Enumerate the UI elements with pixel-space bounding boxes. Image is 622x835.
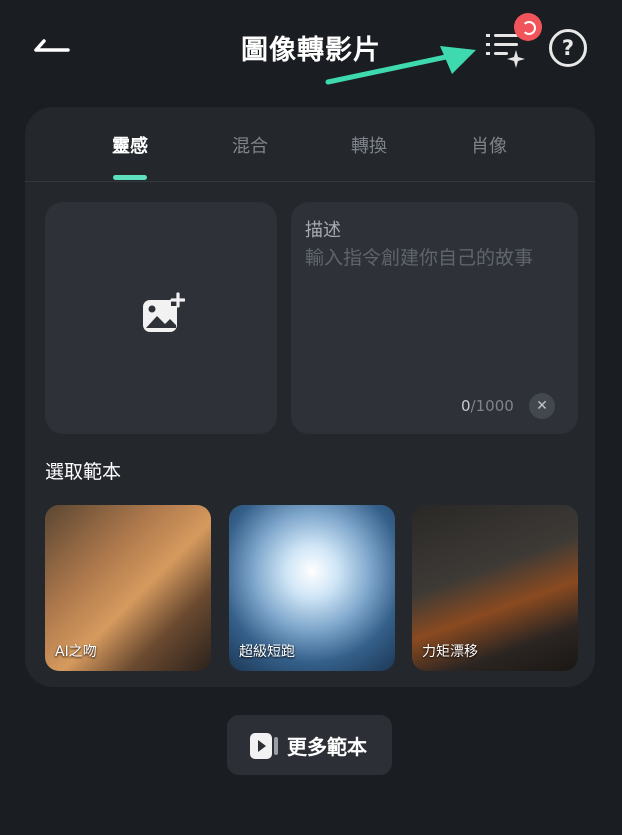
upload-image-button[interactable] bbox=[45, 202, 277, 434]
tab-portrait[interactable]: 肖像 bbox=[429, 132, 549, 158]
template-label: AI之吻 bbox=[55, 644, 97, 660]
active-tab-indicator bbox=[113, 175, 147, 180]
question-mark-icon: ? bbox=[561, 36, 575, 60]
description-input[interactable]: 輸入指令創建你自己的故事 bbox=[305, 244, 560, 273]
description-label: 描述 bbox=[305, 220, 341, 241]
more-templates-button[interactable]: 更多範本 bbox=[227, 715, 392, 775]
tab-bar: 靈感 混合 轉換 肖像 bbox=[25, 107, 595, 182]
clear-button[interactable]: ✕ bbox=[529, 393, 555, 419]
character-counter: 0/1000 bbox=[461, 397, 514, 415]
close-icon: ✕ bbox=[536, 398, 548, 414]
templates-section-title: 選取範本 bbox=[45, 461, 122, 483]
tab-inspiration[interactable]: 靈感 bbox=[70, 132, 190, 158]
template-label: 超級短跑 bbox=[239, 644, 295, 660]
tab-transform[interactable]: 轉換 bbox=[309, 132, 429, 158]
video-template-icon bbox=[250, 733, 278, 759]
add-image-icon bbox=[143, 292, 185, 332]
notification-badge bbox=[514, 13, 542, 41]
template-card-super-sprint[interactable]: 超級短跑 bbox=[229, 505, 395, 671]
pointer-arrow-icon bbox=[325, 46, 476, 85]
template-card-torque-drift[interactable]: 力矩漂移 bbox=[412, 505, 578, 671]
tab-mix[interactable]: 混合 bbox=[190, 132, 310, 158]
help-button[interactable]: ? bbox=[549, 29, 587, 67]
image-to-video-panel: 靈感 混合 轉換 肖像 描述 輸入指令創建你自己的故事 0/1000 ✕ 選取範… bbox=[25, 107, 595, 687]
more-templates-label: 更多範本 bbox=[287, 735, 367, 759]
template-label: 力矩漂移 bbox=[422, 644, 478, 660]
description-box: 描述 輸入指令創建你自己的故事 0/1000 ✕ bbox=[291, 202, 578, 434]
template-card-ai-kiss[interactable]: AI之吻 bbox=[45, 505, 211, 671]
